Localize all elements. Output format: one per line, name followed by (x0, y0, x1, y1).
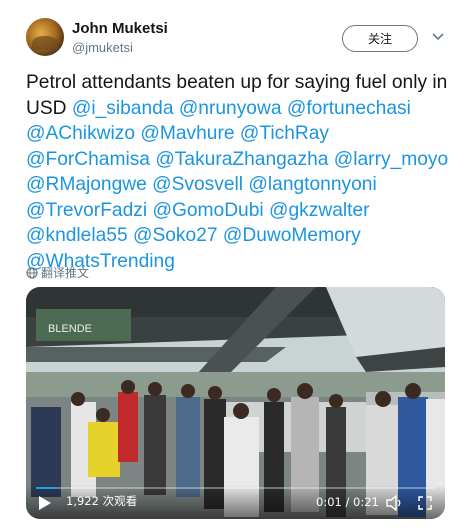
mention-link[interactable]: @Svosvell (152, 174, 243, 195)
follow-button[interactable]: 关注 (342, 25, 418, 52)
user-handle[interactable]: @jmuketsi (72, 40, 133, 55)
tweet-text: Petrol attendants beaten up for saying f… (26, 70, 451, 274)
mention-link[interactable]: @gkzwalter (269, 200, 370, 221)
mention-link[interactable]: @fortunechasi (287, 98, 411, 119)
display-name[interactable]: John Muketsi (72, 20, 168, 37)
volume-icon[interactable] (386, 495, 404, 511)
video-time: 0:01 / 0:21 (316, 495, 379, 509)
mention-link[interactable]: @nrunyowa (179, 98, 282, 119)
mention-link[interactable]: @TrevorFadzi (26, 200, 147, 221)
video-player[interactable]: BLENDE 1,922 次观看 0:01 / 0:21 (26, 287, 445, 519)
mention-link[interactable]: @Soko27 (133, 225, 218, 246)
station-sign: BLENDE (48, 323, 92, 335)
mention-link[interactable]: @langtonnyoni (248, 174, 376, 195)
globe-icon (26, 266, 38, 279)
play-icon[interactable] (38, 495, 52, 511)
view-count: 1,922 次观看 (66, 494, 138, 508)
mention-link[interactable]: @ForChamisa (26, 149, 150, 170)
translate-label: 翻译推文 (41, 266, 90, 280)
fullscreen-icon[interactable] (418, 496, 432, 510)
mention-link[interactable]: @TakuraZhangazha (155, 149, 328, 170)
mention-link[interactable]: @AChikwizo (26, 123, 135, 144)
mention-link[interactable]: @RMajongwe (26, 174, 147, 195)
mention-link[interactable]: @kndlela55 (26, 225, 128, 246)
translate-link[interactable]: 翻译推文 (26, 264, 89, 281)
mention-link[interactable]: @i_sibanda (72, 98, 174, 119)
mention-link[interactable]: @DuwoMemory (223, 225, 361, 246)
mention-link[interactable]: @larry_moyo (334, 149, 448, 170)
video-progress-bar[interactable] (36, 487, 435, 489)
mention-link[interactable]: @GomoDubi (152, 200, 263, 221)
chevron-down-icon[interactable] (432, 32, 444, 42)
mention-link[interactable]: @Mavhure (140, 123, 234, 144)
video-progress-fill (36, 487, 56, 489)
avatar[interactable] (26, 18, 64, 56)
mention-link[interactable]: @TichRay (240, 123, 329, 144)
